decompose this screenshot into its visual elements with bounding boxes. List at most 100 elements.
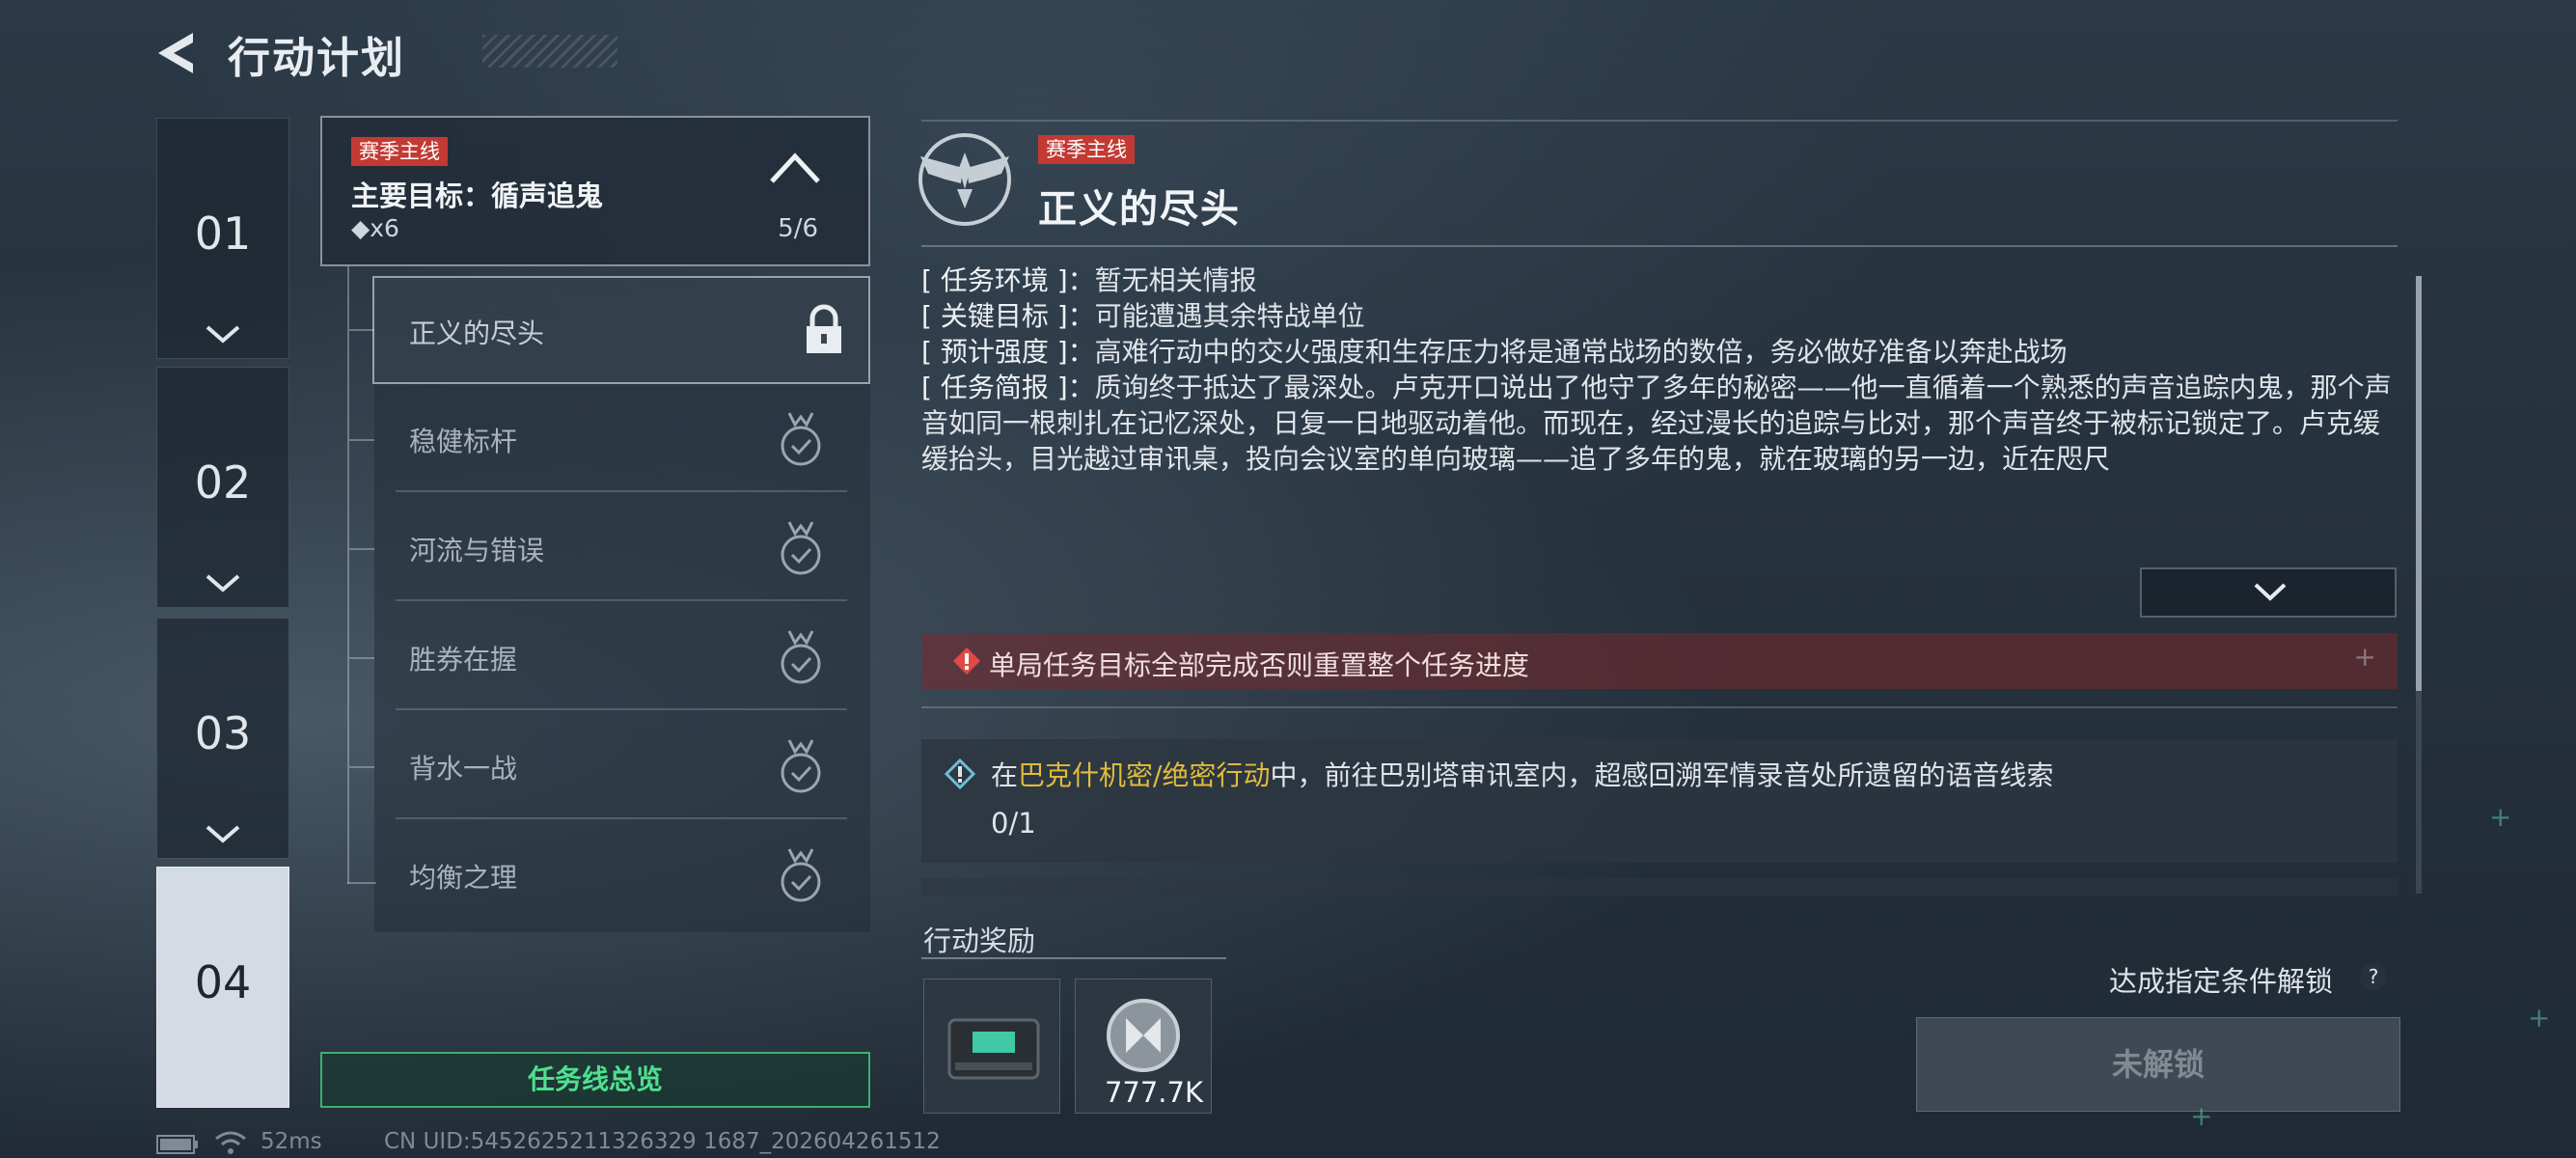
eagle-emblem-icon: [918, 133, 1011, 226]
reward-item[interactable]: 777.7K: [1075, 979, 1212, 1114]
page-title: 行动计划: [228, 34, 405, 83]
briefing-environment: [ 任务环境 ]：暂无相关情报: [921, 262, 2398, 298]
tree-connector: [347, 266, 349, 884]
briefing-key: [ 任务环境 ]：: [921, 264, 1095, 296]
medal-check-icon: [781, 521, 821, 575]
subtask-divider: [396, 599, 847, 601]
chapter-number: 04: [194, 956, 252, 1008]
subtask-label: 稳健标杆: [409, 426, 518, 457]
briefing-key: [ 关键目标 ]：: [921, 300, 1095, 332]
medal-check-icon: [781, 412, 821, 466]
chapter-tab-01[interactable]: 01: [156, 118, 289, 359]
mission-briefing: [ 任务环境 ]：暂无相关情报 [ 关键目标 ]：可能遭遇其余特战单位 [ 预计…: [921, 262, 2398, 554]
medal-check-icon: [781, 739, 821, 793]
ping-readout: 52ms: [260, 1129, 322, 1154]
subtask-item[interactable]: 胜券在握: [374, 604, 847, 710]
chevron-down-icon: [206, 325, 240, 344]
lock-icon: [807, 304, 841, 353]
subtask-label: 胜券在握: [409, 644, 518, 676]
help-icon[interactable]: ?: [2360, 963, 2387, 990]
main-objective-header[interactable]: 赛季主线 主要目标：循声追鬼 ◆x6 5/6: [320, 116, 870, 266]
chapter-tab-02[interactable]: 02: [156, 367, 289, 608]
warning-banner: 单局任务目标全部完成否则重置整个任务进度 +: [921, 633, 2398, 689]
rewards-label: 行动奖励: [923, 924, 1036, 957]
plus-decoration: +: [2353, 641, 2376, 673]
medal-check-icon: [781, 848, 821, 902]
objective-text: 在巴克什机密/绝密行动中，前往巴别塔审讯室内，超感回溯军情录音处所遗留的语音线索: [991, 755, 2053, 793]
crosshair-decoration: +: [2528, 1002, 2551, 1034]
objective-prefix: 在: [991, 759, 1019, 791]
briefing-key: [ 预计强度 ]：: [921, 336, 1095, 368]
tree-branch: [349, 548, 374, 550]
season-mainline-tag: 赛季主线: [351, 137, 448, 166]
tree-branch: [349, 439, 374, 441]
crosshair-decoration: +: [2489, 801, 2512, 833]
divider: [921, 245, 2398, 247]
warning-icon: [953, 648, 980, 675]
locked-button[interactable]: 未解锁: [1916, 1017, 2400, 1112]
supply-box-icon: [947, 1018, 1040, 1080]
chevron-down-icon: [2254, 583, 2287, 601]
chevron-down-icon: [206, 825, 240, 843]
subtask-item[interactable]: 正义的尽头: [372, 276, 870, 384]
crosshair-decoration: +: [2190, 1100, 2213, 1132]
objective-location: 巴克什机密/绝密行动: [1018, 759, 1271, 791]
subtask-label: 背水一战: [409, 753, 518, 785]
chevron-up-icon[interactable]: [768, 151, 822, 185]
divider: [921, 706, 2398, 708]
back-button[interactable]: [154, 29, 201, 77]
battery-icon: [156, 1135, 198, 1154]
chapter-tab-04[interactable]: 04: [156, 867, 289, 1108]
subtask-item[interactable]: 河流与错误: [374, 495, 847, 601]
briefing-value: 高难行动中的交火强度和生存压力将是通常战场的数倍，务必做好准备以奔赴战场: [1094, 336, 2068, 368]
reward-item[interactable]: [923, 979, 1060, 1114]
subtask-divider: [396, 817, 847, 819]
subtask-item[interactable]: 背水一战: [374, 713, 847, 819]
season-mainline-tag: 赛季主线: [1038, 135, 1135, 164]
briefing-key: [ 任务简报 ]：: [921, 372, 1095, 403]
wifi-icon: [215, 1131, 246, 1154]
unlock-hint: 达成指定条件解锁: [2109, 965, 2334, 998]
tree-branch: [349, 657, 374, 659]
tree-branch: [349, 766, 374, 768]
subtask-label: 正义的尽头: [409, 317, 545, 349]
card-footer: [921, 878, 2398, 896]
subtask-divider: [396, 708, 847, 710]
user-uid: CN UID:5452625211326329 1687_20260426151…: [384, 1129, 941, 1154]
briefing-intensity: [ 预计强度 ]：高难行动中的交火强度和生存压力将是通常战场的数倍，务必做好准备…: [921, 334, 2398, 370]
tree-branch: [349, 329, 374, 331]
subtask-label: 河流与错误: [409, 535, 545, 566]
objective-suffix: 中，前往巴别塔审讯室内，超感回溯军情录音处所遗留的语音线索: [1270, 759, 2054, 791]
briefing-value: 可能遭遇其余特战单位: [1094, 300, 1365, 332]
chapter-number: 01: [194, 207, 252, 260]
title-decoration: [482, 35, 617, 68]
warning-text: 单局任务目标全部完成否则重置整个任务进度: [989, 649, 1530, 681]
subtask-label: 均衡之理: [409, 862, 518, 894]
chevron-down-icon: [206, 574, 240, 593]
objective-progress: 5/6: [778, 214, 818, 243]
briefing-summary: [ 任务简报 ]：质询终于抵达了最深处。卢克开口说出了他守了多年的秘密——他一直…: [921, 370, 2398, 477]
objective-progress: 0/1: [991, 807, 1036, 840]
objective-card: 在巴克什机密/绝密行动中，前往巴别塔审讯室内，超感回溯军情录音处所遗留的语音线索…: [921, 739, 2398, 863]
divider: [921, 957, 1226, 959]
chapter-number: 02: [194, 456, 252, 509]
scrollbar-thumb[interactable]: [2416, 276, 2422, 691]
divider: [921, 120, 2398, 122]
briefing-value: 质询终于抵达了最深处。卢克开口说出了他守了多年的秘密——他一直循着一个熟悉的声音…: [921, 372, 2392, 475]
mission-line-overview-button[interactable]: 任务线总览: [320, 1052, 870, 1108]
medal-check-icon: [781, 630, 821, 684]
chapter-number: 03: [194, 707, 252, 759]
briefing-value: 暂无相关情报: [1094, 264, 1257, 296]
mission-title: 正义的尽头: [1038, 187, 1241, 232]
subtask-item[interactable]: 稳健标杆: [374, 386, 847, 492]
subtask-divider: [396, 490, 847, 492]
subtask-item[interactable]: 均衡之理: [374, 822, 847, 928]
objective-reward: ◆x6: [351, 214, 399, 242]
objective-info-icon: [945, 758, 975, 789]
tree-connector-end: [347, 882, 376, 884]
back-arrow-icon: [158, 33, 193, 73]
chapter-tab-03[interactable]: 03: [156, 618, 289, 859]
expand-briefing-button[interactable]: [2140, 567, 2397, 618]
main-objective-title: 主要目标：循声追鬼: [351, 179, 604, 212]
briefing-target: [ 关键目标 ]：可能遭遇其余特战单位: [921, 298, 2398, 334]
